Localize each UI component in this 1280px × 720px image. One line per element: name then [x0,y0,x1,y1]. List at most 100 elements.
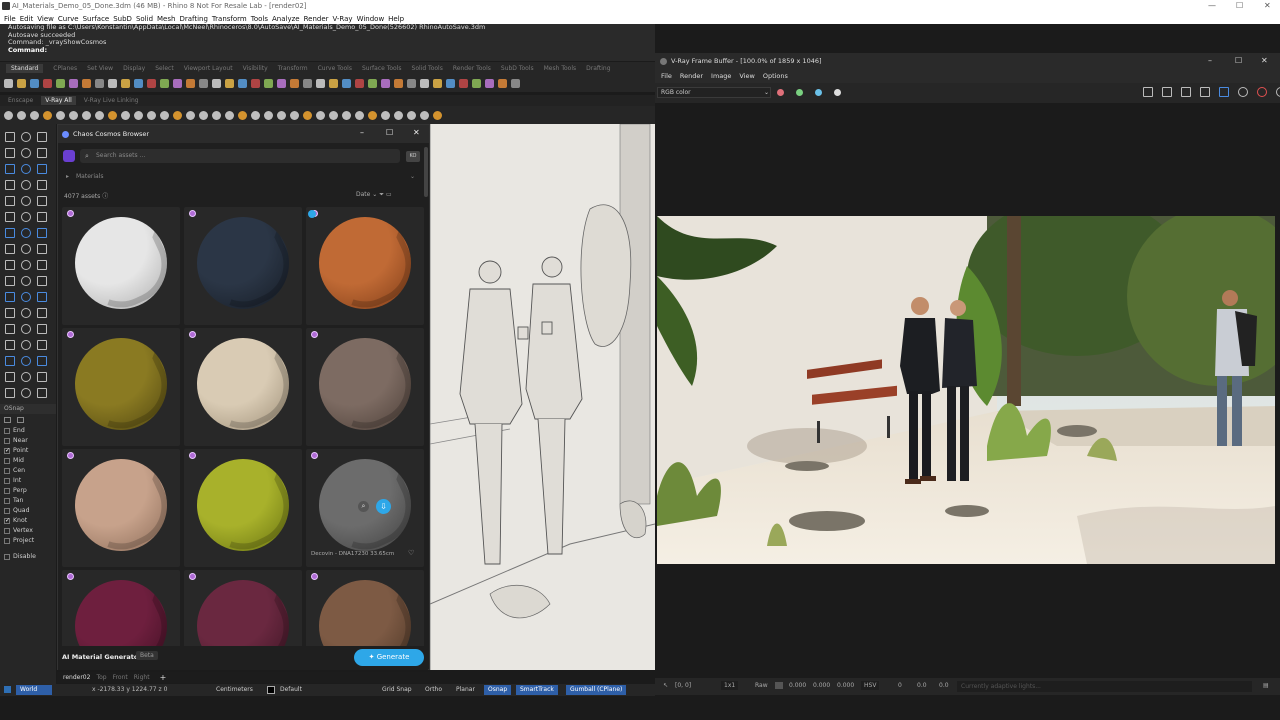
close-icon[interactable]: ✕ [1261,56,1268,65]
tool-icon[interactable] [108,78,117,88]
vray-tool-icon[interactable] [290,110,299,120]
osnap-perp[interactable]: Perp [0,486,56,496]
tool-icon[interactable] [329,78,338,88]
tool-icon[interactable] [446,78,455,88]
track-icon[interactable] [1200,87,1210,97]
tool-icon[interactable] [82,78,91,88]
tool-icon[interactable] [69,78,78,88]
vray-tool-icon[interactable] [160,110,169,120]
menu-file[interactable]: File [4,15,16,23]
modeling-tool-icon[interactable] [21,276,31,286]
download-icon[interactable]: ⇩ [376,499,391,514]
tool-icon[interactable] [95,78,104,88]
modeling-tool-icon[interactable] [5,244,15,254]
channel-select[interactable]: RGB color ⌄ [657,87,771,98]
menu-view[interactable]: View [37,15,54,23]
modeling-tool-icon[interactable] [37,260,47,270]
material-tile[interactable] [62,449,180,567]
vray-tool-icon[interactable] [121,110,130,120]
tab-render-tools[interactable]: Render Tools [453,65,491,72]
osnap-toggle[interactable]: Osnap [484,685,512,695]
vray-tool-icon[interactable] [368,110,377,120]
modeling-tool-icon[interactable] [21,180,31,190]
modeling-tool-icon[interactable] [21,388,31,398]
modeling-tool-icon[interactable] [5,196,15,206]
menu-vray[interactable]: V-Ray [333,15,353,23]
vray-tool-icon[interactable] [199,110,208,120]
save-all-icon[interactable] [1162,87,1172,97]
tool-icon[interactable] [30,78,39,88]
modeling-tool-icon[interactable] [21,228,31,238]
vray-tool-icon[interactable] [56,110,65,120]
vray-tool-icon[interactable] [264,110,273,120]
material-tile[interactable] [62,328,180,446]
material-tile[interactable] [184,207,302,325]
modeling-tool-icon[interactable] [5,132,15,142]
tool-icon[interactable] [394,78,403,88]
modeling-tool-icon[interactable] [5,164,15,174]
osnap-tan[interactable]: Tan [0,496,56,506]
sort-select[interactable]: Date ⌄ ⏷ ▭ [356,191,392,199]
modeling-tool-icon[interactable] [37,228,47,238]
tool-icon[interactable] [173,78,182,88]
region-icon[interactable] [1181,87,1191,97]
osnap-cen[interactable]: Cen [0,466,56,476]
modeling-tool-icon[interactable] [37,324,47,334]
vray-tool-icon[interactable] [173,110,182,120]
modeling-tool-icon[interactable] [37,276,47,286]
tab-enscape[interactable]: Enscape [8,97,33,104]
tool-icon[interactable] [498,78,507,88]
menu-tools[interactable]: Tools [251,15,268,23]
modeling-tool-icon[interactable] [21,244,31,254]
tab-drafting[interactable]: Drafting [586,65,610,72]
modeling-tool-icon[interactable] [37,292,47,302]
menu-render[interactable]: Render [304,15,329,23]
material-tile[interactable]: ⌕ ⇩ Decovin - DNA17230 33.65cm ♡ [306,449,424,567]
material-tile[interactable] [62,570,180,650]
vfb-menu-options[interactable]: Options [763,72,788,80]
vray-tool-icon[interactable] [82,110,91,120]
tool-icon[interactable] [472,78,481,88]
modeling-tool-icon[interactable] [37,164,47,174]
alpha-channel-toggle[interactable] [834,89,841,96]
modeling-tool-icon[interactable] [5,356,15,366]
modeling-tool-icon[interactable] [5,276,15,286]
vfb-menu-render[interactable]: Render [680,72,703,80]
modeling-tool-icon[interactable] [21,212,31,222]
tab-set-view[interactable]: Set View [87,65,113,72]
planar-toggle[interactable]: Planar [452,685,479,695]
vray-tool-icon[interactable] [251,110,260,120]
vfb-menu-image[interactable]: Image [711,72,731,80]
modeling-tool-icon[interactable] [5,212,15,222]
menu-subd[interactable]: SubD [113,15,132,23]
modeling-tool-icon[interactable] [5,340,15,350]
vfb-menu-view[interactable]: View [739,72,754,80]
viewport-tab-front[interactable]: Front [113,674,128,681]
checkbox[interactable] [4,528,10,534]
tab-transform[interactable]: Transform [278,65,308,72]
tool-icon[interactable] [212,78,221,88]
save-icon[interactable] [1143,87,1153,97]
filter-icon[interactable] [4,417,11,423]
modeling-tool-icon[interactable] [21,196,31,206]
modeling-tool-icon[interactable] [21,164,31,174]
tab-curve-tools[interactable]: Curve Tools [318,65,352,72]
modeling-tool-icon[interactable] [21,308,31,318]
osnap-int[interactable]: Int [0,476,56,486]
add-viewport-icon[interactable]: + [160,673,167,682]
tool-icon[interactable] [134,78,143,88]
modeling-tool-icon[interactable] [37,180,47,190]
vray-tool-icon[interactable] [4,110,13,120]
tool-icon[interactable] [511,78,520,88]
rendered-image[interactable] [657,216,1275,564]
maximize-icon[interactable]: ☐ [1235,56,1242,65]
material-tile[interactable] [184,570,302,650]
cosmos-app-icon[interactable] [63,150,75,162]
menu-edit[interactable]: Edit [20,15,34,23]
maximize-icon[interactable]: ☐ [386,128,393,137]
reset-icon[interactable] [1276,87,1280,97]
tab-cplanes[interactable]: CPlanes [53,65,77,72]
color-space-select[interactable]: HSV [861,681,880,690]
vray-tool-icon[interactable] [342,110,351,120]
modeling-tool-icon[interactable] [21,324,31,334]
